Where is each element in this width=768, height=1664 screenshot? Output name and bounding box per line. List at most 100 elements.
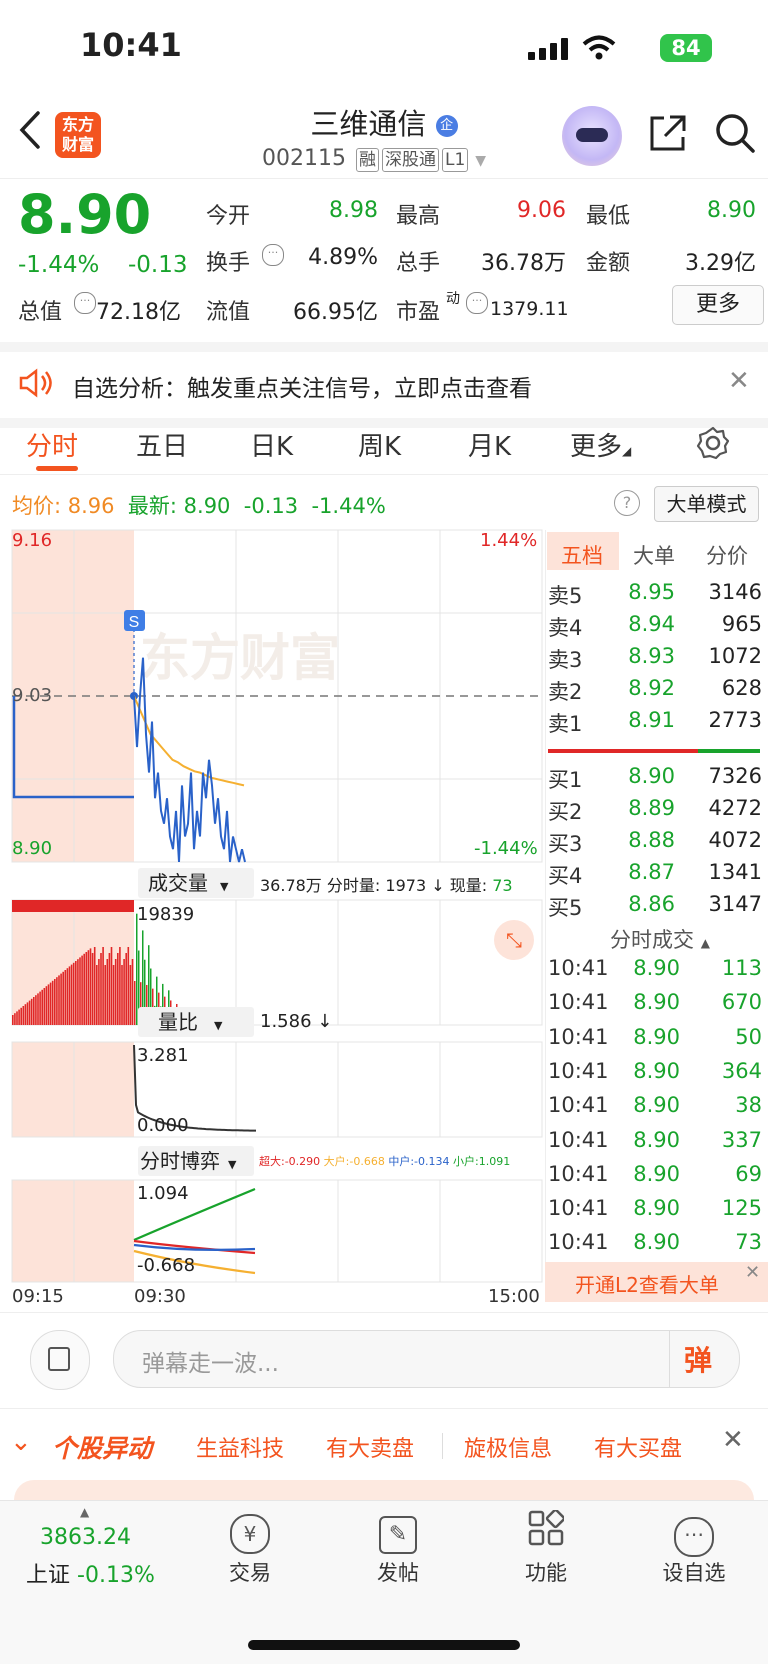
bid-row-label: 买2: [548, 800, 583, 824]
danmu-settings-button[interactable]: [30, 1330, 90, 1390]
game-legend: 超大:-0.290 大户:-0.668 中户:-0.134 小户:1.091: [259, 1153, 510, 1169]
volume-bar: [26, 1002, 29, 1025]
ratio-selector[interactable]: 量比 ▼: [138, 1007, 254, 1037]
ask-row-price: 8.91: [628, 708, 675, 732]
info-icon[interactable]: ···: [74, 292, 96, 314]
volume-bar: [91, 953, 94, 1025]
bid-row-volume: 3147: [708, 892, 762, 916]
more-quote-button[interactable]: 更多: [672, 285, 764, 325]
nav-function[interactable]: 功能: [496, 1557, 596, 1587]
volume-bar: [20, 1007, 22, 1025]
tick-price: 8.90: [633, 1093, 680, 1118]
add-watchlist-icon[interactable]: ⋯: [644, 1510, 744, 1557]
gear-icon[interactable]: [696, 426, 730, 460]
caret-up-icon: ▲: [700, 936, 710, 950]
close-icon[interactable]: ✕: [728, 366, 750, 396]
turnover-label: 换手: [206, 251, 251, 276]
volume-bar: [127, 947, 130, 1025]
tick-time: 10:41: [548, 1230, 609, 1255]
expand-icon[interactable]: ⤡: [494, 920, 534, 960]
volume-bar: [131, 959, 134, 1025]
nav-add-watchlist[interactable]: 设自选: [644, 1557, 744, 1587]
ticker-item[interactable]: 生益科技: [196, 1431, 284, 1463]
speaker-icon: [19, 368, 52, 398]
tab-price-volume[interactable]: 分价: [706, 540, 748, 570]
tab-big-order[interactable]: 大单: [633, 540, 675, 570]
ratio-value-row: 1.586 ↓: [260, 1011, 332, 1032]
big-order-mode-button[interactable]: 大单模式: [654, 486, 759, 522]
game-selector[interactable]: 分时博弈 ▼: [138, 1146, 254, 1176]
volume-bar: [12, 1015, 14, 1025]
tab-five-level[interactable]: 五档: [561, 540, 603, 570]
danmu-input[interactable]: 弹幕走一波... 弹: [113, 1330, 740, 1388]
bid-row-price: 8.87: [628, 860, 675, 884]
index-value[interactable]: 3863.24: [40, 1525, 131, 1550]
tick-time: 10:41: [548, 1058, 609, 1083]
volume-bar: [16, 1011, 18, 1025]
volume-bar: [119, 947, 121, 1025]
info-icon[interactable]: ···: [466, 292, 488, 314]
tab-more[interactable]: 更多◢: [570, 426, 631, 463]
bid-row-volume: 7326: [708, 764, 762, 788]
volume-selector[interactable]: 成交量 ▼: [138, 868, 254, 898]
tab-intraday[interactable]: 分时: [26, 426, 78, 463]
post-icon[interactable]: ✎: [348, 1510, 448, 1554]
low-label: 最低: [586, 204, 631, 229]
tick-time: 10:41: [548, 1093, 609, 1118]
volume-bar: [110, 947, 113, 1025]
volume-bar: [93, 947, 96, 1025]
nav-post[interactable]: 发帖: [348, 1557, 448, 1587]
vol-now-label: 现量:: [449, 876, 488, 895]
tab-five-day[interactable]: 五日: [136, 426, 188, 463]
close-icon[interactable]: ✕: [745, 1262, 760, 1283]
ticker-item[interactable]: 旋极信息: [464, 1431, 552, 1463]
chevron-down-icon[interactable]: ▼: [475, 153, 486, 169]
tick-volume: 364: [721, 1058, 762, 1083]
volume-bar: [100, 953, 102, 1025]
assistant-avatar[interactable]: [562, 106, 622, 166]
tab-daily[interactable]: 日K: [250, 426, 293, 463]
close-icon[interactable]: ✕: [722, 1425, 744, 1455]
ask-strength-bar: [548, 749, 698, 753]
tick-volume: 670: [721, 990, 762, 1015]
pe-value: 1379.11: [490, 298, 569, 320]
game-selector-label: 分时博弈: [140, 1149, 220, 1173]
trade-icon[interactable]: ¥: [200, 1510, 300, 1554]
danmu-send-button[interactable]: 弹: [684, 1339, 712, 1379]
y-axis-high: 9.16: [12, 530, 53, 551]
nav-trade[interactable]: 交易: [200, 1557, 300, 1587]
index-change: -0.13%: [77, 1563, 155, 1588]
game-min-label: -0.668: [137, 1255, 196, 1276]
chart-info-row: 均价: 8.96 最新: 8.90 -0.13 -1.44%: [12, 490, 386, 520]
battery-indicator: 84: [660, 34, 712, 62]
index-row[interactable]: 上证 -0.13%: [26, 1557, 155, 1589]
notice-bar[interactable]: 自选分析：触发重点关注信号，立即点击查看 ✕: [0, 342, 768, 428]
volume-bar: [49, 982, 52, 1025]
stock-code-row: 002115 融深股通 L1 ▼: [262, 146, 486, 172]
function-grid-icon[interactable]: [496, 1508, 596, 1555]
volume-bar: [41, 989, 43, 1025]
tab-monthly[interactable]: 月K: [468, 426, 511, 463]
ticker-item[interactable]: 有大卖盘: [326, 1431, 414, 1463]
ask-row-label: 卖4: [548, 616, 583, 640]
ticks-title[interactable]: 分时成交 ▲: [610, 924, 710, 954]
help-icon[interactable]: ?: [614, 490, 640, 516]
ask-row-price: 8.92: [628, 676, 675, 700]
danmu-settings-icon: [48, 1347, 70, 1371]
chevron-down-icon[interactable]: ⌄: [10, 1427, 32, 1457]
ask-row-volume: 2773: [708, 708, 762, 732]
tab-weekly[interactable]: 周K: [358, 426, 401, 463]
intraday-chart[interactable]: 东方财富 S: [0, 525, 545, 1315]
volume-bar: [70, 964, 73, 1025]
l2-promo[interactable]: 开通L2查看大单 ✕: [545, 1262, 768, 1302]
ticker-item[interactable]: 有大买盘: [594, 1431, 682, 1463]
search-icon[interactable]: [714, 112, 756, 154]
ask-row-volume: 3146: [708, 580, 762, 604]
arrow-down-icon: ↓: [317, 1011, 333, 1032]
volume-bar: [121, 965, 123, 1025]
market-cap-label: 总值: [18, 300, 63, 325]
volume-bar: [35, 995, 37, 1025]
info-icon[interactable]: ···: [262, 244, 284, 266]
share-icon[interactable]: [648, 113, 688, 153]
volume-bar: [81, 955, 83, 1025]
